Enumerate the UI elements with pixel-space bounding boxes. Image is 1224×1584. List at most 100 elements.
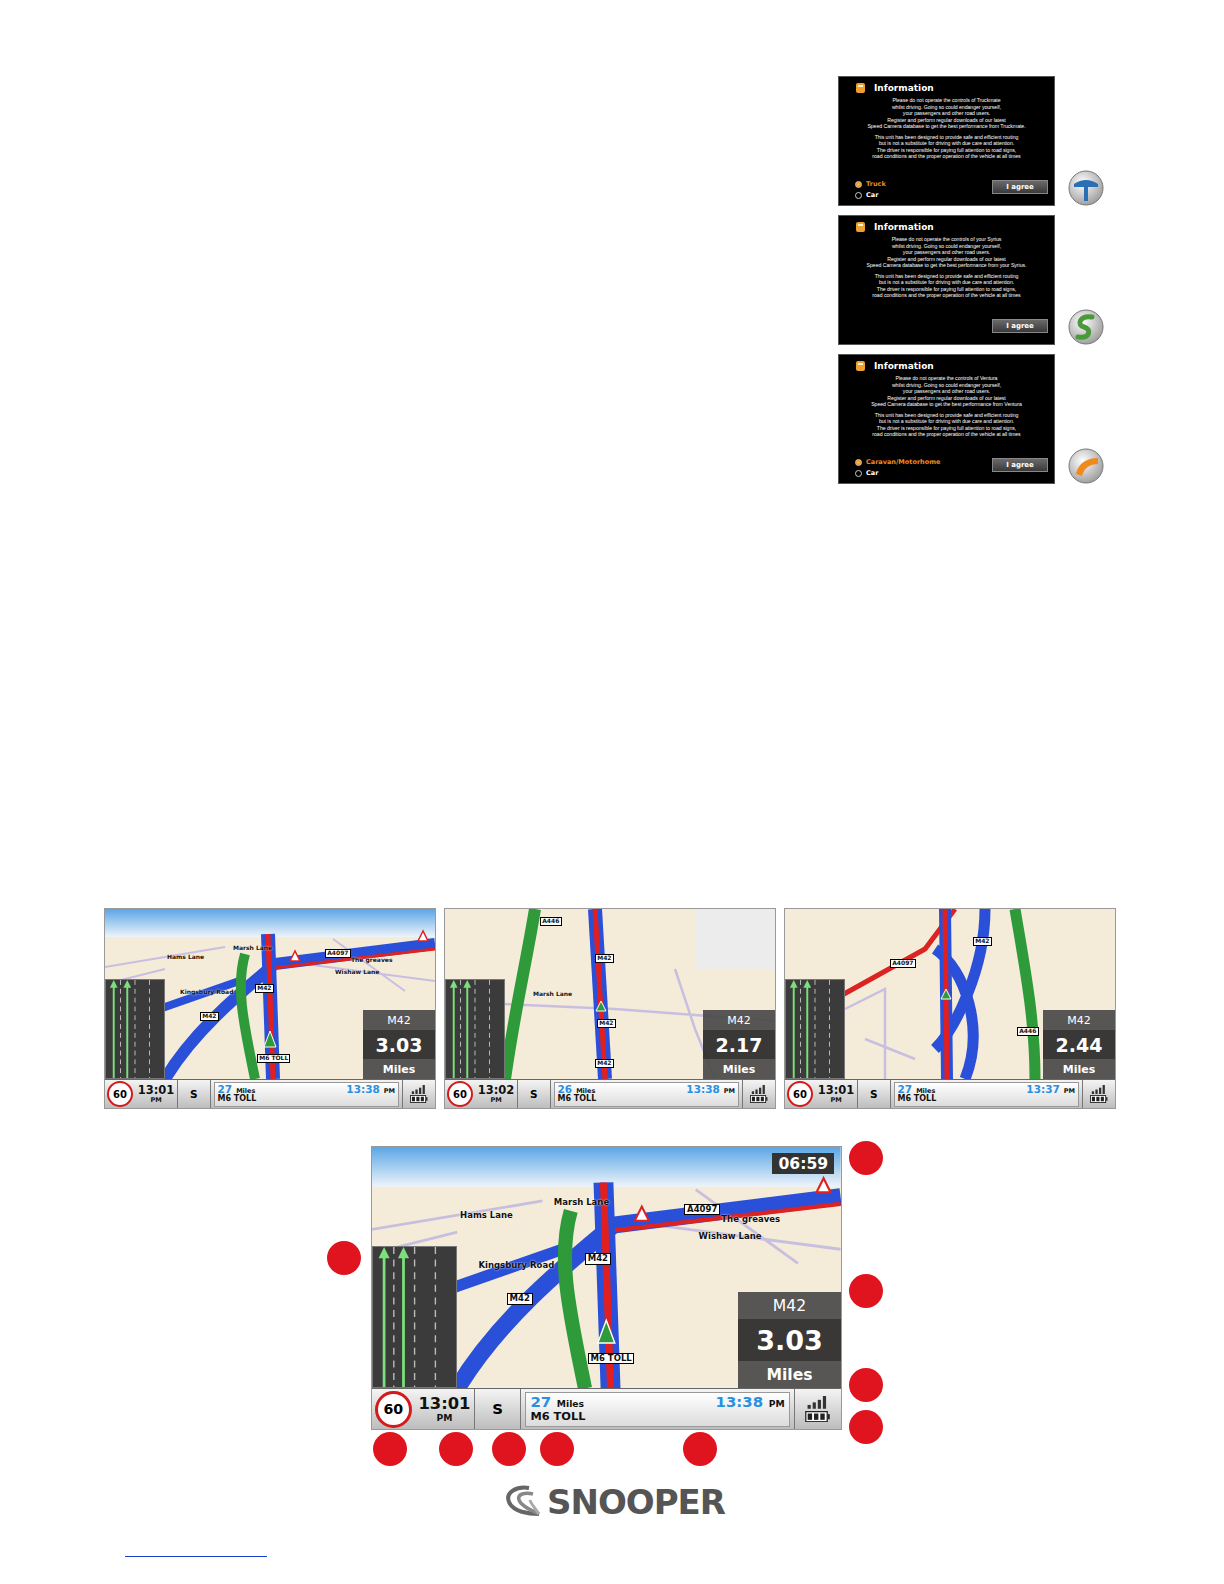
next-turn-panel: M423.03Miles xyxy=(363,1010,435,1079)
map-label: Wishaw Lane xyxy=(335,969,379,976)
radio-button[interactable] xyxy=(855,192,862,199)
device-status xyxy=(402,1080,435,1108)
route-info[interactable]: 26Miles13:38PMM6 TOLL xyxy=(554,1082,740,1107)
compass-heading: S xyxy=(858,1080,891,1108)
speed-limit-sign: 60 xyxy=(107,1081,133,1107)
battery-icon xyxy=(410,1095,428,1103)
map-label: Marsh Lane xyxy=(233,945,272,952)
radio-button[interactable] xyxy=(855,470,862,477)
compass-heading: S xyxy=(518,1080,551,1108)
dialog-paragraph: Please do not operate the controls of Ve… xyxy=(845,375,1048,408)
speed-limit: 60 xyxy=(785,1080,815,1108)
speed-limit: 60 xyxy=(372,1389,415,1429)
map-canvas[interactable]: A446Marsh LaneM42M42M42M422.17Miles xyxy=(445,909,775,1079)
information-dialog: InformationPlease do not operate the con… xyxy=(838,354,1055,484)
dialog-text: Please do not operate the controls of yo… xyxy=(845,236,1048,303)
dialog-footer: Truck Car I agree xyxy=(845,180,1048,199)
dialog-paragraph: Please do not operate the controls of yo… xyxy=(845,236,1048,269)
map-canvas[interactable]: Hams LaneMarsh LaneThe greavesA4097Wisha… xyxy=(372,1147,841,1388)
callout-marker xyxy=(327,1241,361,1275)
remaining-distance: 27 xyxy=(530,1395,551,1411)
callout-marker xyxy=(540,1432,574,1466)
dialog-footer: Caravan/Motorhome Car I agree xyxy=(845,458,1048,477)
map-label: M42 xyxy=(255,984,274,993)
dialog-row: InformationPlease do not operate the con… xyxy=(838,76,1224,206)
lane-arrows-icon xyxy=(106,980,164,1078)
lane-arrows-icon xyxy=(786,980,844,1078)
current-time: 13:01PM xyxy=(415,1389,476,1429)
next-turn-panel: M422.44Miles xyxy=(1043,1010,1115,1079)
page-link[interactable] xyxy=(125,1556,267,1557)
remaining-distance: 27 xyxy=(898,1084,913,1095)
current-time: 13:01PM xyxy=(815,1080,858,1108)
map-label: Kingsbury Road xyxy=(180,989,233,996)
battery-icon xyxy=(805,1411,831,1422)
vehicle-options: Caravan/Motorhome Car xyxy=(845,458,940,477)
battery-icon xyxy=(1090,1095,1108,1103)
arrival-time: 13:38 xyxy=(346,1084,379,1095)
dialog-title: Information xyxy=(855,221,1048,233)
speed-limit: 60 xyxy=(105,1080,135,1108)
status-bar: 6013:01PMS27Miles13:38PMM6 TOLL xyxy=(105,1079,435,1108)
route-info[interactable]: 27Miles13:38PMM6 TOLL xyxy=(214,1082,400,1107)
callout-marker xyxy=(849,1368,883,1402)
vehicle-option[interactable]: Truck xyxy=(855,180,886,188)
clock: 06:59 xyxy=(772,1153,834,1174)
vehicle-option[interactable]: Car xyxy=(855,469,940,477)
device-status xyxy=(1082,1080,1115,1108)
map-canvas[interactable]: Hams LaneMarsh LaneThe greavesA4097Wisha… xyxy=(105,909,435,1079)
ventura-logo-icon xyxy=(1068,448,1104,484)
route-info[interactable]: 27Miles13:38PMM6 TOLL xyxy=(525,1392,790,1428)
vehicle-option[interactable]: Car xyxy=(855,191,886,199)
snooper-swirl-icon xyxy=(499,1484,543,1520)
callout-marker xyxy=(683,1432,717,1466)
map-label: A446 xyxy=(1017,1027,1039,1036)
route-info[interactable]: 27Miles13:37PMM6 TOLL xyxy=(894,1082,1080,1107)
map-canvas[interactable]: A4097M42A446M422.44Miles xyxy=(785,909,1115,1079)
compass-heading: S xyxy=(475,1389,521,1429)
agree-button[interactable]: I agree xyxy=(992,180,1048,194)
next-unit: Miles xyxy=(703,1059,775,1079)
navigation-screen: Hams LaneMarsh LaneThe greavesA4097Wisha… xyxy=(104,908,436,1109)
callout-marker xyxy=(849,1141,883,1175)
gps-signal-icon xyxy=(1090,1085,1108,1094)
map-label: M6 TOLL xyxy=(257,1054,290,1063)
radio-button[interactable] xyxy=(855,459,862,466)
device-status xyxy=(794,1389,840,1429)
current-road: M6 TOLL xyxy=(530,1411,784,1423)
gps-signal-icon xyxy=(805,1396,831,1409)
current-time: 13:02PM xyxy=(475,1080,518,1108)
arrival-time: 13:37 xyxy=(1026,1084,1059,1095)
brand-logo: SNOOPER xyxy=(0,1482,1224,1522)
dialog-title: Information xyxy=(855,82,1048,94)
next-distance: 3.03 xyxy=(738,1319,840,1361)
dialog-column: Information Please do not operate the con… xyxy=(0,76,1224,484)
dialog-footer: I agree xyxy=(845,319,1048,338)
navigation-screen: Hams LaneMarsh LaneThe greavesA4097Wisha… xyxy=(371,1146,842,1430)
speed-limit-sign: 60 xyxy=(447,1081,473,1107)
next-road: M42 xyxy=(703,1010,775,1030)
info-icon xyxy=(855,82,866,94)
status-bar: 6013:01PMS27Miles13:37PMM6 TOLL xyxy=(785,1079,1115,1108)
information-dialog: Information Please do not operate the con… xyxy=(838,215,1055,345)
arrival-time: 13:38 xyxy=(716,1395,763,1411)
map-label: The greaves xyxy=(721,1215,780,1224)
lane-guidance xyxy=(785,979,845,1079)
agree-button[interactable]: I agree xyxy=(992,319,1048,333)
callout-marker xyxy=(849,1410,883,1444)
map-label: Hams Lane xyxy=(460,1211,513,1220)
radio-button[interactable] xyxy=(855,181,862,188)
device-status xyxy=(742,1080,775,1108)
callout-marker xyxy=(439,1432,473,1466)
agree-button[interactable]: I agree xyxy=(992,458,1048,472)
syrius-logo-icon xyxy=(1068,309,1104,345)
dialog-paragraph: This unit has been designed to provide s… xyxy=(845,134,1048,160)
navigation-screen: A446Marsh LaneM42M42M42M422.17Miles6013:… xyxy=(444,908,776,1109)
next-road: M42 xyxy=(1043,1010,1115,1030)
lane-arrows-icon xyxy=(446,980,504,1078)
current-time: 13:01PM xyxy=(135,1080,178,1108)
speed-limit-sign: 60 xyxy=(375,1391,412,1428)
map-label: Marsh Lane xyxy=(533,991,572,998)
map-label: M42 xyxy=(507,1293,533,1304)
vehicle-option[interactable]: Caravan/Motorhome xyxy=(855,458,940,466)
